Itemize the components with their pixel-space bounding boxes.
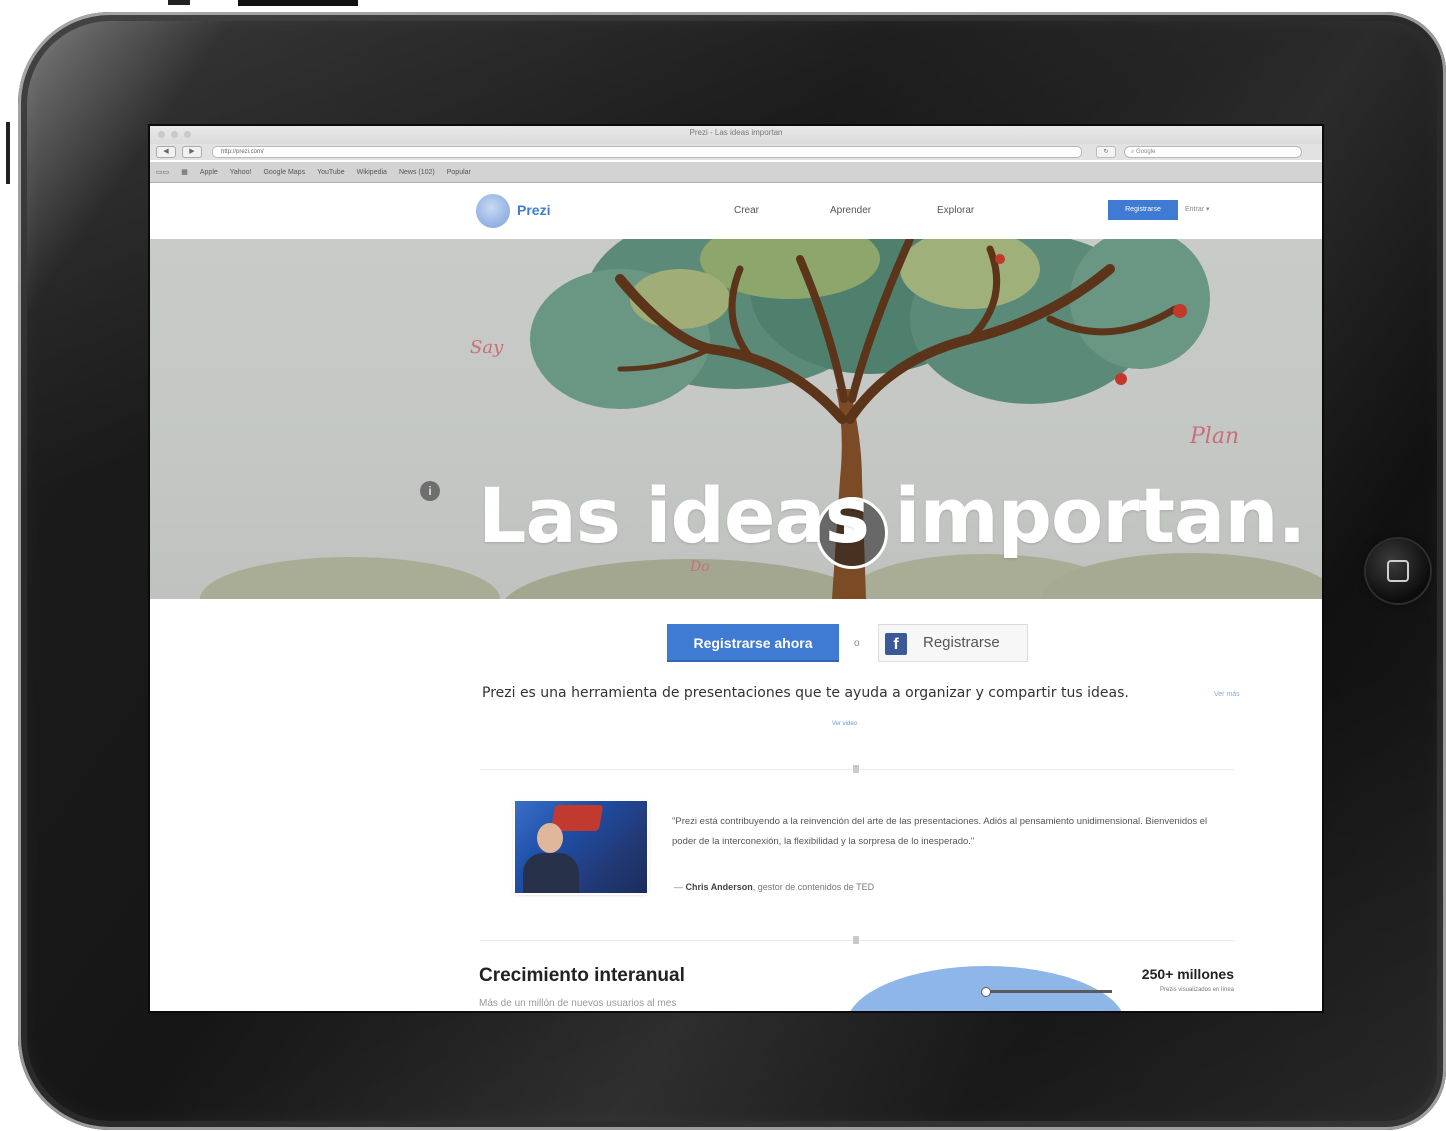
register-now-button[interactable]: Registrarse ahora	[667, 624, 839, 662]
minimize-icon[interactable]	[171, 131, 178, 138]
login-label: Entrar	[1185, 206, 1205, 213]
bookmark-yahoo[interactable]: Yahoo!	[230, 169, 252, 176]
reading-list-icon[interactable]: ▭▭	[156, 168, 169, 176]
growth-chart-line	[984, 990, 1112, 993]
divider-marker	[853, 936, 859, 944]
browser-toolbar: ◀ ▶ http://prezi.com/ ↻ ⌕ Google	[150, 144, 1322, 160]
growth-subtitle: Más de un millón de nuevos usuarios al m…	[479, 998, 677, 1009]
stat-label: Prezis visualizados en línea	[1159, 987, 1234, 993]
hero-note-plan: Plan	[1190, 424, 1240, 449]
nav-crear[interactable]: Crear	[734, 205, 759, 216]
photo-body	[523, 853, 579, 893]
home-square-icon	[1387, 560, 1409, 582]
facebook-icon: f	[885, 633, 907, 655]
search-input[interactable]: ⌕ Google	[1124, 146, 1302, 158]
ipad-screen: Prezi - Las ideas importan ◀ ▶ http://pr…	[150, 126, 1322, 1011]
bookmarks-bar: ▭▭ ▦ Apple Yahoo! Google Maps YouTube Wi…	[150, 162, 1322, 183]
header-signup-button[interactable]: Registrarse	[1108, 200, 1178, 220]
search-placeholder: Google	[1136, 149, 1156, 155]
nav-aprender[interactable]: Aprender	[830, 205, 871, 216]
hero-note-do: Do	[690, 559, 710, 575]
reload-icon[interactable]: ↻	[1096, 146, 1116, 158]
hero-banner: i Say Plan Do Las ideas importan.	[150, 239, 1322, 599]
window-controls	[158, 131, 191, 138]
login-link[interactable]: Entrar ▾	[1185, 205, 1210, 213]
bookmark-google-maps[interactable]: Google Maps	[263, 169, 305, 176]
paper-edge	[168, 0, 190, 5]
url-input[interactable]: http://prezi.com/	[212, 146, 1082, 158]
stat-value: 250+ millones	[1141, 966, 1234, 982]
tagline: Prezi es una herramienta de presentacion…	[482, 685, 1129, 701]
paper-edge	[238, 0, 358, 6]
window-title: Prezi - Las ideas importan	[689, 128, 783, 137]
growth-title: Crecimiento interanual	[479, 965, 685, 986]
bookmarks-grid-icon[interactable]: ▦	[181, 168, 188, 176]
testimonial-quote: "Prezi está contribuyendo a la reinvenci…	[672, 816, 1208, 847]
back-button[interactable]: ◀	[156, 146, 176, 158]
testimonial-photo	[515, 801, 647, 893]
see-video-link[interactable]: Ver video	[832, 721, 857, 727]
paper-edge	[6, 122, 10, 184]
author-name: Chris Anderson	[685, 882, 753, 892]
bookmark-youtube[interactable]: YouTube	[317, 169, 345, 176]
nav-explorar[interactable]: Explorar	[937, 205, 974, 216]
photo-face	[537, 823, 563, 853]
divider-marker	[853, 765, 859, 773]
growth-chart-marker	[981, 987, 991, 997]
prezi-logo-icon[interactable]	[476, 194, 510, 228]
zoom-icon[interactable]	[184, 131, 191, 138]
hero-note-say: Say	[470, 337, 504, 358]
testimonial-author: — Chris Anderson, gestor de contenidos d…	[674, 882, 874, 892]
home-button[interactable]	[1366, 539, 1430, 603]
bookmark-popular[interactable]: Popular	[447, 169, 471, 176]
facebook-register-label: Registrarse	[923, 634, 1000, 651]
bookmark-news[interactable]: News (102)	[399, 169, 435, 176]
close-icon[interactable]	[158, 131, 165, 138]
facebook-register-button[interactable]: f Registrarse	[878, 624, 1028, 662]
or-separator: o	[854, 638, 860, 649]
hero-title: Las ideas importan.	[478, 471, 1306, 560]
forward-button[interactable]: ▶	[182, 146, 202, 158]
site-header: Prezi Crear Aprender Explorar Registrars…	[150, 183, 1322, 239]
browser-title-bar: Prezi - Las ideas importan	[150, 126, 1322, 146]
author-dash: —	[674, 882, 686, 892]
logo-text[interactable]: Prezi	[517, 202, 550, 218]
author-role: , gestor de contenidos de TED	[752, 882, 875, 892]
info-icon[interactable]: i	[420, 481, 440, 501]
bookmark-wikipedia[interactable]: Wikipedia	[357, 169, 387, 176]
tagline-more-link[interactable]: Ver más	[1214, 691, 1240, 698]
bookmark-apple[interactable]: Apple	[200, 169, 218, 176]
